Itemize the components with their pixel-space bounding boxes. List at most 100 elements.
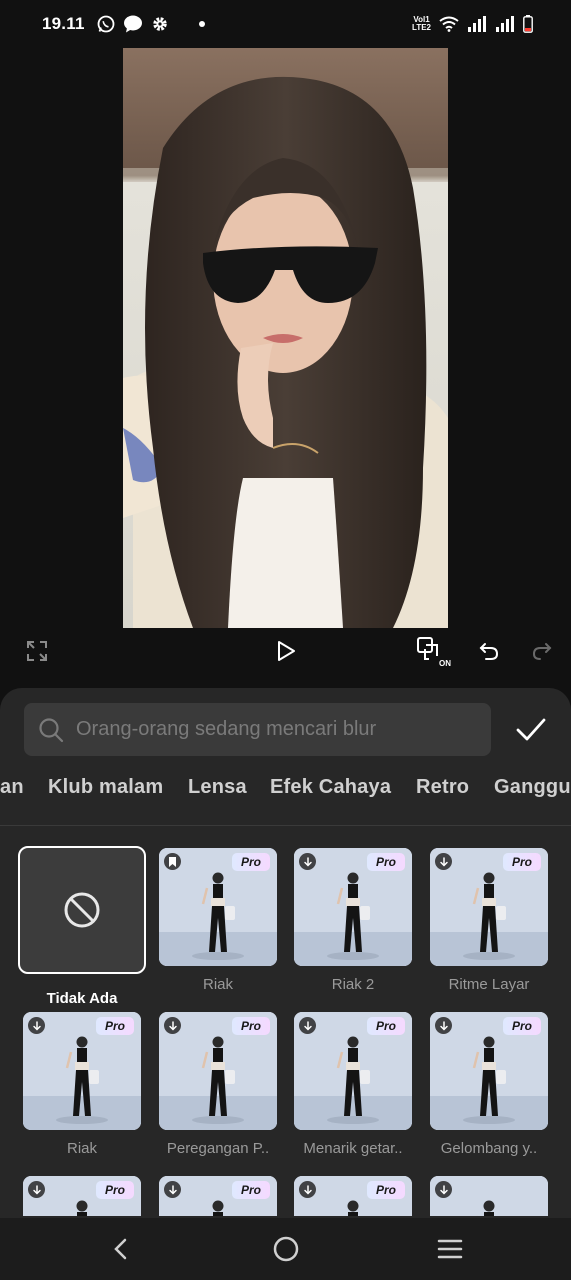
download-icon	[164, 1181, 181, 1198]
search-icon	[39, 717, 64, 742]
search-row	[24, 703, 547, 756]
notification-icons	[97, 15, 205, 33]
effect-thumbnail[interactable]: Pro	[294, 848, 412, 966]
chat-bubble-icon	[123, 15, 142, 33]
effect-card[interactable]: Pro Gelombang y..	[430, 1012, 548, 1157]
effect-card[interactable]: Pro	[159, 1176, 277, 1216]
play-icon	[278, 641, 295, 661]
battery-low-icon	[523, 15, 533, 33]
compare-on-label: ON	[439, 659, 451, 668]
effect-label: Ritme Layar	[448, 976, 530, 993]
effects-panel: an Klub malam Lensa Efek Cahaya Retro Ga…	[0, 688, 571, 1280]
undo-button[interactable]	[474, 636, 504, 666]
compare-toggle-button[interactable]: ON	[415, 636, 451, 668]
pro-badge: Pro	[96, 1017, 134, 1035]
network-type-label: Vol1 LTE2	[412, 15, 431, 32]
pro-badge: Pro	[503, 1017, 541, 1035]
tab-lensa[interactable]: Lensa	[188, 776, 247, 799]
download-icon	[299, 1017, 316, 1034]
search-box[interactable]	[24, 703, 491, 756]
notification-dot	[198, 21, 205, 27]
tab-gangguan[interactable]: Ganggu	[494, 776, 571, 799]
effect-card[interactable]: Pro Ritme Layar	[430, 848, 548, 993]
nav-back-button[interactable]	[104, 1232, 138, 1266]
home-icon	[273, 1236, 299, 1262]
effect-label: Menarik getar..	[303, 1140, 403, 1157]
effect-card[interactable]: Pro Riak	[159, 848, 277, 993]
effect-none-thumbnail[interactable]	[18, 846, 146, 974]
effects-grid: Tidak Ada Pro Riak Pro Riak 2 Pro Ritme …	[0, 826, 571, 1216]
category-tabs: an Klub malam Lensa Efek Cahaya Retro Ga…	[0, 776, 571, 808]
tab-retro[interactable]: Retro	[416, 776, 469, 799]
effect-thumbnail[interactable]: Pro	[294, 1176, 412, 1216]
pro-badge: Pro	[367, 1017, 405, 1035]
effect-card[interactable]: Pro Riak 2	[294, 848, 412, 993]
effect-thumbnail[interactable]: Pro	[159, 1176, 277, 1216]
status-time: 19.11	[42, 14, 85, 33]
effect-thumbnail[interactable]: Pro	[430, 1012, 548, 1130]
pro-badge: Pro	[367, 853, 405, 871]
preview-photo-illustration	[123, 48, 448, 628]
expand-icon	[27, 641, 47, 661]
redo-icon	[532, 643, 552, 660]
effect-card[interactable]: Pro	[23, 1176, 141, 1216]
system-navigation-bar	[0, 1218, 571, 1280]
download-icon	[435, 853, 452, 870]
video-preview-photo[interactable]	[123, 48, 448, 628]
download-icon	[28, 1181, 45, 1198]
effect-thumbnail[interactable]: Pro	[430, 848, 548, 966]
signal-strength-icon-1	[468, 16, 486, 32]
back-icon	[114, 1238, 127, 1260]
effect-thumbnail[interactable]: Pro	[294, 1012, 412, 1130]
bookmark-icon	[164, 853, 181, 870]
status-bar: 19.11 Vol1 LTE2	[0, 0, 571, 48]
effect-label: Tidak Ada	[46, 990, 118, 1007]
play-button[interactable]	[271, 636, 301, 666]
effect-thumbnail[interactable]	[430, 1176, 548, 1216]
tab-klub-malam[interactable]: Klub malam	[48, 776, 163, 799]
effect-card[interactable]: Pro	[294, 1176, 412, 1216]
confirm-button[interactable]	[515, 714, 547, 746]
effect-label: Riak	[66, 1140, 97, 1157]
undo-icon	[479, 643, 499, 660]
download-icon	[435, 1181, 452, 1198]
tab-efek-cahaya[interactable]: Efek Cahaya	[270, 776, 391, 799]
effect-card[interactable]: Pro Peregangan P..	[159, 1012, 277, 1157]
effect-card[interactable]	[430, 1176, 548, 1216]
pro-badge: Pro	[503, 853, 541, 871]
pro-badge: Pro	[367, 1181, 405, 1199]
pro-badge: Pro	[232, 853, 270, 871]
pro-badge: Pro	[232, 1181, 270, 1199]
no-effect-icon	[64, 892, 100, 928]
video-preview-area[interactable]	[0, 48, 571, 628]
effect-card[interactable]: Pro Riak	[23, 1012, 141, 1157]
checkmark-icon	[516, 718, 546, 740]
system-status-icons: Vol1 LTE2	[412, 15, 533, 33]
whatsapp-icon	[97, 15, 115, 33]
effect-label: Peregangan P..	[166, 1140, 270, 1157]
tab-partial-left[interactable]: an	[0, 776, 24, 799]
effect-label: Riak 2	[331, 976, 375, 993]
menu-icon	[437, 1239, 463, 1259]
effect-thumbnail[interactable]: Pro	[23, 1176, 141, 1216]
effect-label: Gelombang y..	[440, 1140, 538, 1157]
nav-menu-button[interactable]	[433, 1232, 467, 1266]
effect-thumbnail[interactable]: Pro	[23, 1012, 141, 1130]
nav-home-button[interactable]	[269, 1232, 303, 1266]
effect-card[interactable]: Pro Menarik getar..	[294, 1012, 412, 1157]
pro-badge: Pro	[232, 1017, 270, 1035]
fullscreen-button[interactable]	[22, 636, 52, 666]
wifi-icon	[439, 16, 459, 32]
download-icon	[435, 1017, 452, 1034]
search-input[interactable]	[76, 718, 476, 741]
effect-label: Riak	[202, 976, 233, 993]
signal-strength-icon-2	[496, 16, 514, 32]
effect-thumbnail[interactable]: Pro	[159, 848, 277, 966]
download-icon	[299, 1181, 316, 1198]
download-icon	[164, 1017, 181, 1034]
effect-thumbnail[interactable]: Pro	[159, 1012, 277, 1130]
download-icon	[28, 1017, 45, 1034]
redo-button[interactable]	[527, 636, 557, 666]
download-icon	[299, 853, 316, 870]
pro-badge: Pro	[96, 1181, 134, 1199]
